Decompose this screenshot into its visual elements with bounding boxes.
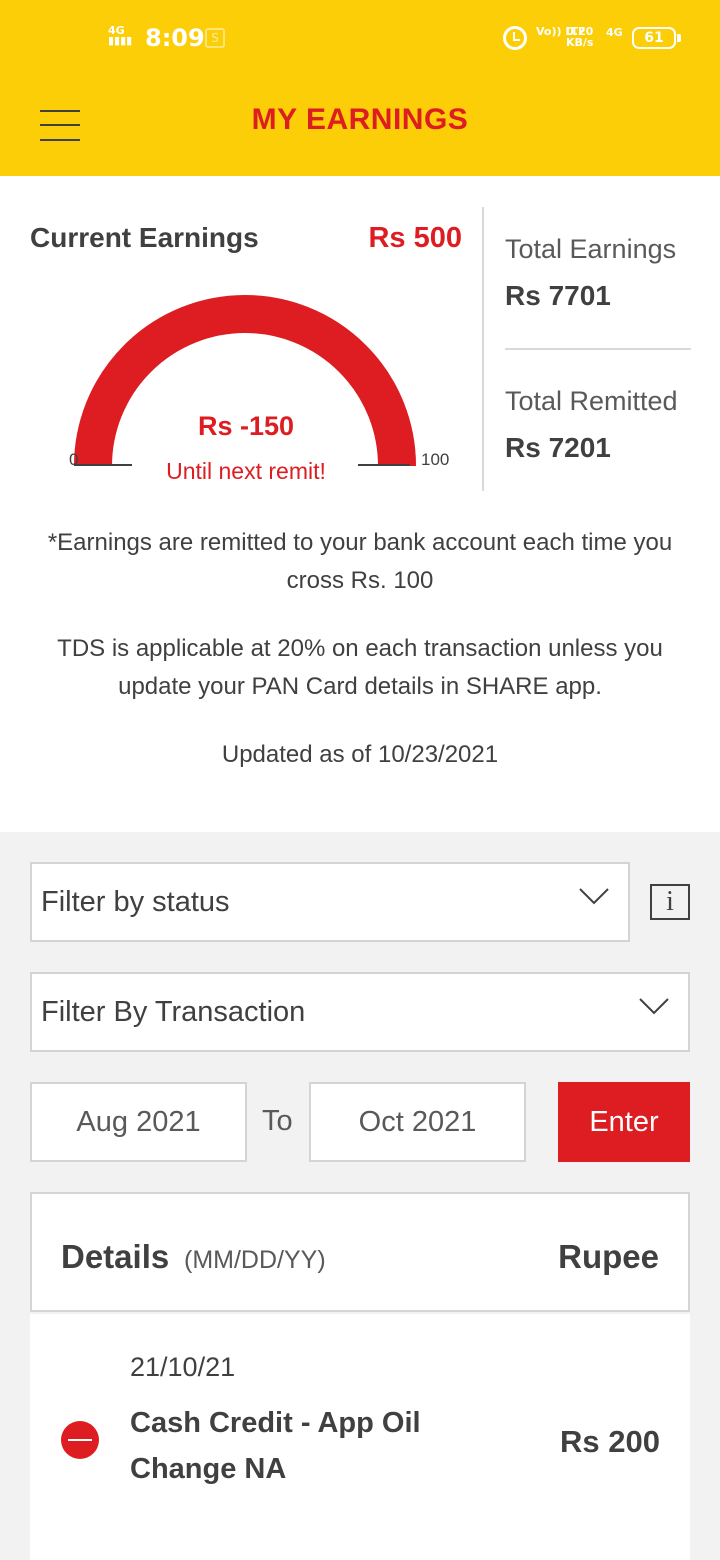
- horizontal-divider: [505, 348, 691, 350]
- notification-icon: S: [205, 28, 225, 48]
- transactions-table-header: Details (MM/DD/YY) Rupee: [30, 1192, 690, 1312]
- total-remitted-label: Total Remitted: [505, 386, 678, 416]
- transaction-description: Cash Credit - App Oil Change NA: [130, 1407, 421, 1485]
- signal-bars-icon: ▮▮▮▮: [108, 34, 133, 47]
- page-title: MY EARNINGS: [251, 103, 469, 136]
- earnings-gauge: [74, 295, 416, 467]
- chevron-down-icon: [639, 998, 669, 1015]
- details-column-header: Details: [61, 1238, 170, 1275]
- table-row[interactable]: 21/10/21 Cash Credit - App Oil Change NA…: [30, 1314, 690, 1560]
- tds-note: TDS is applicable at 20% on each transac…: [57, 635, 663, 700]
- total-remitted-value: Rs 7201: [505, 432, 611, 463]
- alarm-icon: [503, 26, 527, 50]
- gauge-fill: [74, 295, 416, 467]
- earnings-summary: Current Earnings Rs 500 0 100 Rs -150 Un…: [0, 176, 720, 832]
- info-icon[interactable]: i: [650, 884, 690, 920]
- total-earnings-value: Rs 7701: [505, 280, 611, 311]
- network-indicator: 4G ▮▮▮▮: [108, 25, 133, 47]
- filter-status-label: Filter by status: [41, 886, 230, 918]
- gauge-min-label: 0: [69, 450, 79, 469]
- network-speed: 0.20 KB/s: [566, 26, 593, 48]
- enter-button[interactable]: Enter: [558, 1082, 690, 1162]
- status-bar: 4G ▮▮▮▮ 8:09 S Vo)) LTE 0.20 KB/s 4G 61: [0, 20, 720, 60]
- transaction-date: 21/10/21: [130, 1352, 236, 1382]
- date-format-hint: (MM/DD/YY): [184, 1246, 326, 1274]
- battery-icon: 61: [632, 27, 681, 49]
- gauge-max-label: 100: [421, 450, 450, 469]
- filter-transaction-label: Filter By Transaction: [41, 996, 306, 1028]
- filter-status-dropdown[interactable]: Filter by status: [30, 862, 630, 942]
- current-earnings-label: Current Earnings: [30, 222, 259, 253]
- rupee-column-header: Rupee: [558, 1238, 659, 1275]
- chevron-down-icon: [579, 888, 609, 905]
- filter-transaction-dropdown[interactable]: Filter By Transaction: [30, 972, 690, 1052]
- remit-note: *Earnings are remitted to your bank acco…: [47, 529, 673, 594]
- gauge-value: Rs -150: [197, 411, 295, 441]
- date-from-picker[interactable]: Aug 2021: [30, 1082, 247, 1162]
- gauge-subtext: Until next remit!: [166, 458, 326, 484]
- vertical-divider: [482, 207, 484, 491]
- transaction-amount: Rs 200: [560, 1424, 660, 1459]
- total-earnings-label: Total Earnings: [505, 234, 677, 264]
- mobile-data-indicator: 4G: [606, 26, 623, 39]
- app-header: 4G ▮▮▮▮ 8:09 S Vo)) LTE 0.20 KB/s 4G 61 …: [0, 0, 720, 176]
- speed-unit: KB/s: [566, 36, 594, 49]
- current-earnings-value: Rs 500: [368, 222, 462, 254]
- updated-date: Updated as of 10/23/2021: [221, 741, 499, 768]
- date-range-to-label: To: [262, 1105, 293, 1137]
- minus-circle-icon: [61, 1421, 99, 1459]
- status-time: 8:09: [145, 24, 205, 52]
- date-to-picker[interactable]: Oct 2021: [309, 1082, 526, 1162]
